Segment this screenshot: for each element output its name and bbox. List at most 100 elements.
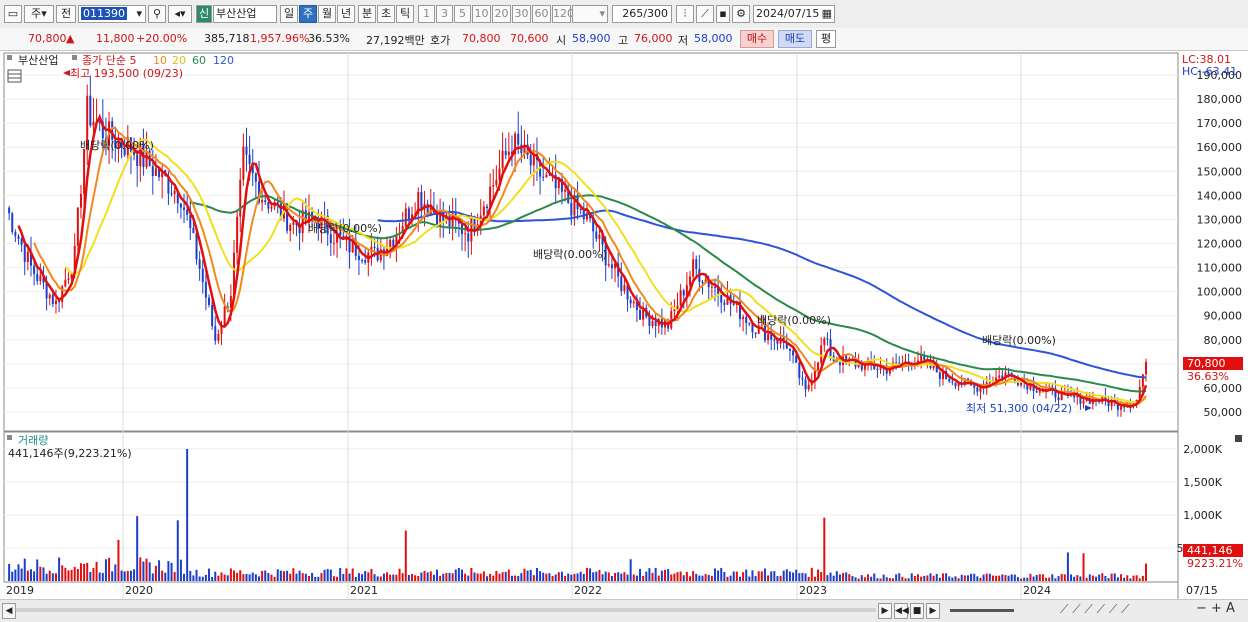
volume-bar (560, 571, 563, 581)
tab-month[interactable]: 월 (318, 5, 336, 23)
volume-bar (83, 563, 86, 581)
volume-bar (954, 576, 957, 581)
volume-bar (795, 569, 798, 581)
stock-name-field[interactable]: 부산산업 (213, 5, 277, 23)
candle-body (792, 350, 795, 356)
stop-icon[interactable]: ■ (910, 603, 924, 619)
volume-bar (957, 578, 960, 581)
low-marker: 최저 51,300 (04/22) (966, 402, 1072, 415)
custom-interval-select[interactable]: ▾ (572, 5, 608, 23)
sell-button[interactable]: 매도 (778, 30, 812, 48)
volume-bar (445, 572, 448, 581)
zoom-slider[interactable] (950, 609, 1014, 612)
volume-bar (1132, 575, 1135, 581)
layout-icon[interactable]: ▭ (4, 5, 22, 23)
candle-body (420, 192, 423, 210)
candle-body (183, 207, 186, 210)
buy-button[interactable]: 매수 (740, 30, 774, 48)
x-tick-last: 07/15 (1186, 584, 1218, 597)
tab-week[interactable]: 주 (299, 5, 317, 23)
volume-bar (167, 561, 170, 581)
volume-bar (985, 573, 988, 581)
volume-bar (751, 570, 754, 581)
candle-body (948, 379, 951, 382)
date-input[interactable]: 2024/07/15 ▦ (753, 5, 835, 23)
volume-bar (492, 575, 495, 581)
draw-line-icon[interactable]: ⟋ (696, 5, 714, 23)
candle-body (973, 385, 976, 388)
price-tick-label: 180,000 (1197, 93, 1243, 106)
volume-bar (623, 572, 626, 581)
tab-year[interactable]: 년 (337, 5, 355, 23)
volume-bar (1079, 576, 1082, 581)
volume-bar (898, 573, 901, 581)
save-icon[interactable]: ▪ (716, 5, 730, 23)
close-pane-icon[interactable] (1235, 435, 1242, 442)
tab-minute[interactable]: 분 (358, 5, 376, 23)
search-icon[interactable]: ⚲ (148, 5, 166, 23)
price-volume-chart[interactable]: 190,000180,000170,000160,000150,000140,0… (0, 51, 1248, 599)
volume-bar (361, 574, 364, 581)
volume-bar (254, 574, 257, 581)
volume-bar (54, 573, 57, 581)
candle-body (214, 326, 217, 341)
volume-bar (585, 567, 588, 581)
tab-day[interactable]: 일 (280, 5, 298, 23)
volume-bar (857, 578, 860, 581)
interval-10[interactable]: 10 (472, 5, 491, 23)
interval-60[interactable]: 60 (532, 5, 551, 23)
scroll-right-icon[interactable]: ▶ (878, 603, 892, 619)
interval-20[interactable]: 20 (492, 5, 511, 23)
candle-body (261, 200, 264, 203)
volume-bar (389, 574, 392, 581)
volume-bar (111, 571, 114, 581)
chart-scrollbar[interactable]: ◀ ▶ ◀◀ ■ ▶ ⟋ ⟋ ⟋ ⟋ ⟋ ⟋ − + A (0, 599, 1248, 622)
volume-bar (767, 575, 770, 581)
candle-icon[interactable]: ⫶ (676, 5, 694, 23)
volume-bar (626, 574, 629, 581)
open-price: 58,900 (572, 32, 611, 45)
candle-body (23, 244, 26, 262)
candle-body (710, 286, 713, 288)
volume-bar (529, 569, 532, 581)
rewind-icon[interactable]: ◀◀ (894, 603, 909, 619)
interval-3[interactable]: 3 (436, 5, 453, 23)
interval-5[interactable]: 5 (454, 5, 471, 23)
volume-bar (317, 576, 320, 581)
scroll-left-icon[interactable]: ◀ (2, 603, 16, 619)
volume-bar (17, 564, 20, 581)
play-icon[interactable]: ▶ (926, 603, 940, 619)
drawing-tools-icon[interactable]: ⟋ ⟋ ⟋ ⟋ ⟋ ⟋ (1060, 602, 1129, 617)
volume-bar (539, 571, 542, 581)
volume-bar (745, 569, 748, 581)
gear-icon[interactable]: ⚙ (732, 5, 750, 23)
prev-button[interactable]: 전 (56, 5, 76, 23)
tab-second[interactable]: 초 (377, 5, 395, 23)
eval-button[interactable]: 평 (816, 30, 836, 48)
interval-120[interactable]: 120 (552, 5, 574, 23)
table-view-icon[interactable] (7, 69, 22, 83)
tab-tick[interactable]: 틱 (396, 5, 414, 23)
turnover-rate: 36.53% (308, 32, 350, 45)
volume-bar (635, 575, 638, 581)
volume-bar (667, 568, 670, 581)
candle-body (1123, 406, 1126, 408)
volume-bar (679, 571, 682, 581)
candle-body (217, 333, 220, 341)
volume-bar (701, 575, 704, 581)
scroll-track[interactable] (16, 608, 876, 612)
volume-bar (351, 568, 354, 581)
zoom-controls-icon[interactable]: − + A (1196, 601, 1235, 616)
volume-bar (164, 572, 167, 581)
interval-1[interactable]: 1 (418, 5, 435, 23)
period-type-select[interactable]: 주▾ (24, 5, 54, 23)
candle-body (1145, 361, 1147, 375)
volume-bar (264, 570, 267, 581)
volume-bar (882, 574, 885, 581)
stock-code-input[interactable]: 011390 ▾ (78, 5, 146, 23)
candle-body (201, 268, 204, 283)
interval-30[interactable]: 30 (512, 5, 531, 23)
chart-area[interactable]: 190,000 180,000 170,000 160,000 150,000 140,0… (0, 51, 1248, 621)
speaker-icon[interactable]: ◂▾ (168, 5, 192, 23)
bar-count-field[interactable]: 265/300 (612, 5, 672, 23)
